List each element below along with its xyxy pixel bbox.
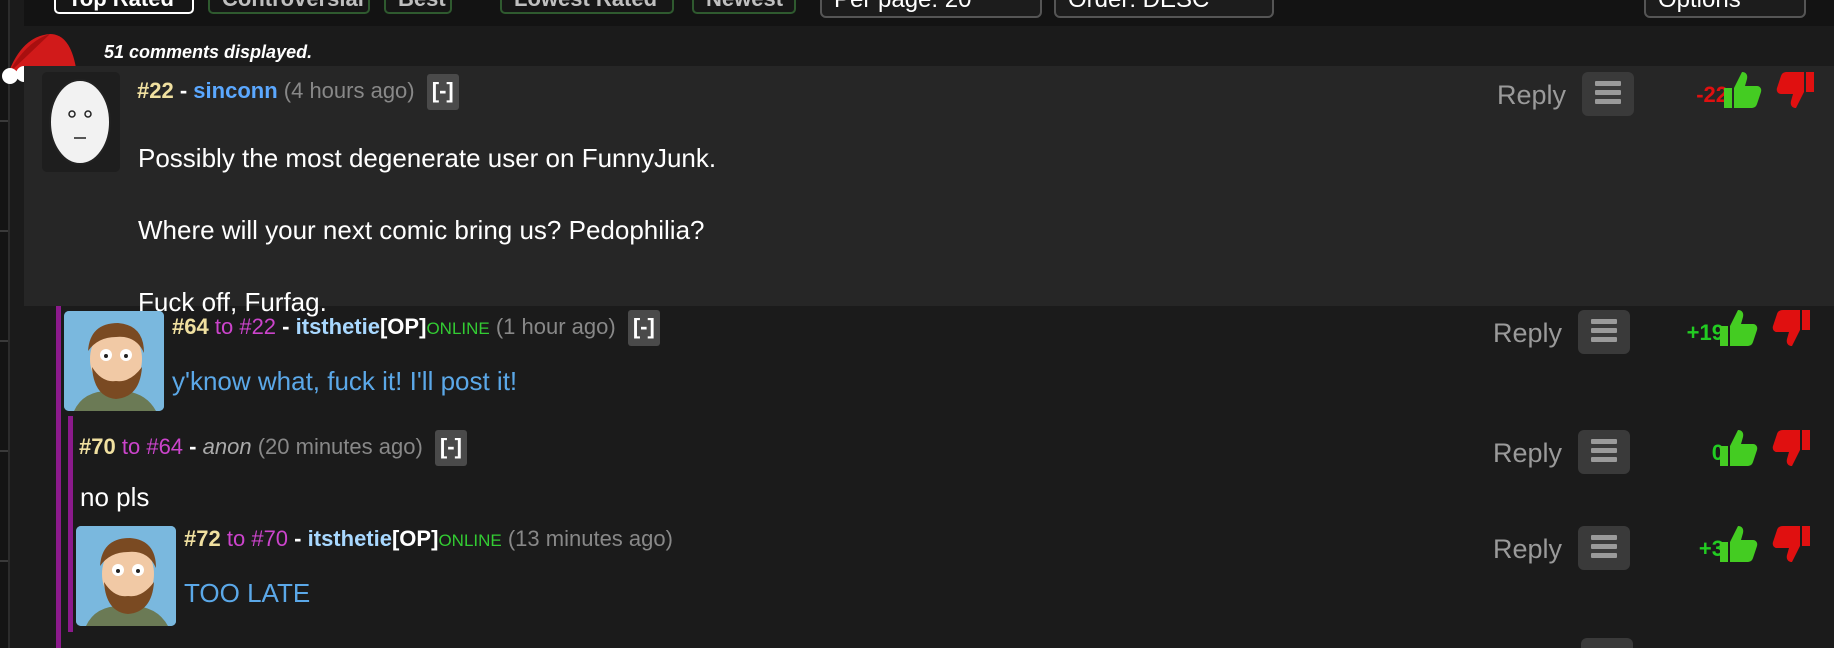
- comment-score: -22: [1696, 82, 1728, 107]
- parent-comment-link[interactable]: #22: [239, 314, 276, 339]
- reply-button[interactable]: Reply: [1497, 80, 1566, 111]
- comment-menu-button[interactable]: [1581, 638, 1633, 648]
- avatar[interactable]: [76, 526, 176, 626]
- options-select[interactable]: Options: [1644, 0, 1806, 18]
- comment-menu-button[interactable]: [1582, 72, 1634, 116]
- parent-comment-link[interactable]: #70: [251, 526, 288, 551]
- avatar[interactable]: [42, 72, 120, 172]
- username-link[interactable]: sinconn: [193, 78, 277, 103]
- thumbs-up-icon[interactable]: [1716, 306, 1760, 350]
- tab-top-rated[interactable]: Top Rated: [54, 0, 194, 14]
- tab-lowest-rated[interactable]: Lowest Rated: [500, 0, 674, 14]
- comment-score: +19: [1686, 320, 1724, 345]
- comment-72: #72 to #70 - itsthetie[OP]ONLINE (13 min…: [24, 516, 1834, 632]
- parent-comment-link[interactable]: #64: [146, 434, 183, 459]
- comment-time: (1 hour ago): [495, 313, 616, 339]
- comment-number[interactable]: #70: [79, 434, 116, 459]
- thumbs-down-icon[interactable]: [1770, 522, 1814, 566]
- collapse-button[interactable]: [-]: [426, 74, 459, 110]
- comment-header: #22 - sinconn (4 hours ago) [-]: [137, 74, 459, 110]
- thread-line: [68, 516, 73, 632]
- op-badge: [OP]: [379, 313, 427, 339]
- comment-header: #64 to #22 - itsthetie[OP]ONLINE (1 hour…: [172, 310, 660, 346]
- thread-line: [56, 416, 61, 516]
- reply-button[interactable]: Reply: [1493, 534, 1562, 565]
- comment-text: no pls: [80, 482, 150, 512]
- comment-text: TOO LATE: [184, 578, 311, 608]
- thumbs-up-icon[interactable]: [1716, 522, 1760, 566]
- thumbs-down-icon[interactable]: [1770, 306, 1814, 350]
- comment-partial: [24, 632, 1834, 648]
- thumbs-down-icon[interactable]: [1770, 426, 1814, 470]
- thread-line: [56, 632, 61, 648]
- thread-line: [68, 416, 73, 516]
- comment-count: 51 comments displayed.: [104, 42, 313, 62]
- comment-score: 0: [1711, 440, 1724, 465]
- username-link[interactable]: itsthetie: [296, 314, 380, 339]
- comment-header: #70 to #64 - anon (20 minutes ago) [-]: [79, 430, 467, 466]
- online-status: ONLINE: [438, 531, 502, 550]
- comment-header: #72 to #70 - itsthetie[OP]ONLINE (13 min…: [184, 526, 673, 551]
- comment-time: (13 minutes ago): [507, 526, 673, 551]
- collapse-button[interactable]: [-]: [434, 430, 467, 466]
- comment-70: #70 to #64 - anon (20 minutes ago) [-] n…: [24, 416, 1834, 516]
- avatar[interactable]: [64, 311, 164, 411]
- comment-menu-button[interactable]: [1578, 310, 1630, 354]
- comment-menu-button[interactable]: [1578, 526, 1630, 570]
- comment-menu-button[interactable]: [1578, 430, 1630, 474]
- username-link[interactable]: itsthetie: [308, 526, 392, 551]
- comment-time: (4 hours ago): [283, 77, 415, 103]
- comment-number[interactable]: #72: [184, 526, 221, 551]
- tab-best[interactable]: Best: [384, 0, 452, 14]
- comment-number[interactable]: #64: [172, 314, 209, 339]
- thumbs-down-icon[interactable]: [1774, 68, 1818, 112]
- thread-line: [56, 516, 61, 632]
- per-page-select[interactable]: Per page: 20: [820, 0, 1042, 18]
- online-status: ONLINE: [426, 318, 490, 338]
- comment-text: y'know what, fuck it! I'll post it!: [172, 366, 518, 396]
- thread-line: [56, 306, 61, 416]
- comment-22: #22 - sinconn (4 hours ago) [-] Possibly…: [24, 66, 1834, 317]
- comment-time: (20 minutes ago): [257, 433, 423, 459]
- reply-button[interactable]: Reply: [1493, 318, 1562, 349]
- tab-newest[interactable]: Newest: [692, 0, 796, 14]
- op-badge: [OP]: [391, 526, 439, 551]
- thumbs-up-icon[interactable]: [1720, 68, 1764, 112]
- left-rail: [0, 0, 10, 648]
- collapse-button[interactable]: [-]: [627, 310, 660, 346]
- sort-filter-bar: Top Rated Controversial Best Lowest Rate…: [24, 0, 1834, 26]
- comment-64: #64 to #22 - itsthetie[OP]ONLINE (1 hour…: [24, 306, 1834, 416]
- comment-score: +3: [1698, 536, 1724, 561]
- order-select[interactable]: Order: DESC: [1054, 0, 1274, 18]
- comment-number[interactable]: #22: [137, 78, 174, 103]
- reply-button[interactable]: Reply: [1493, 438, 1562, 469]
- tab-controversial[interactable]: Controversial: [208, 0, 370, 14]
- username-anon: anon: [202, 433, 252, 459]
- thumbs-up-icon[interactable]: [1716, 426, 1760, 470]
